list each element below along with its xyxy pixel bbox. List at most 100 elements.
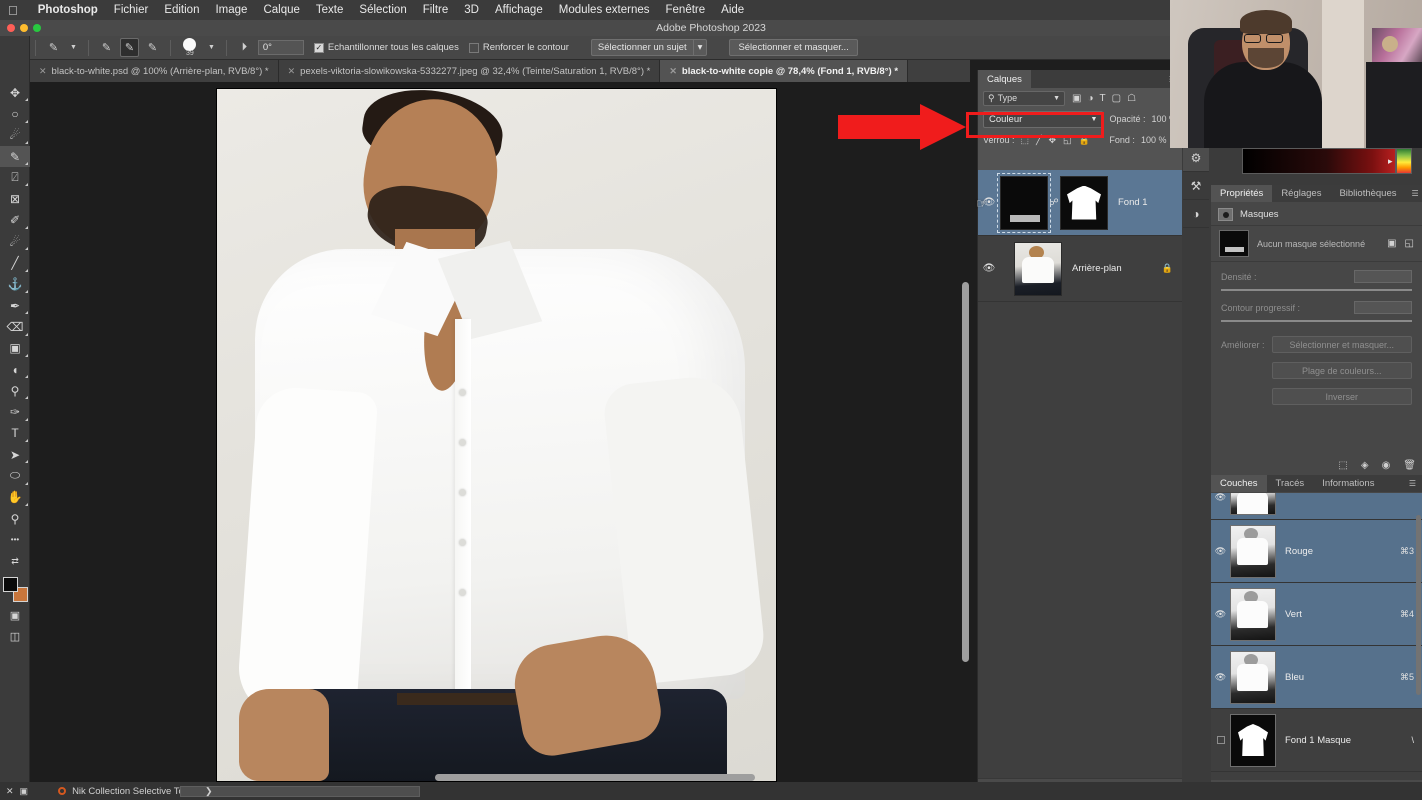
delete-mask-icon[interactable]: 🗑	[1403, 460, 1416, 471]
canvas-horizontal-scrollbar[interactable]	[435, 774, 755, 781]
channel-row-composite[interactable]: 👁	[1211, 493, 1422, 520]
enhance-edge-checkbox-group[interactable]: ✓ Renforcer le contour	[468, 42, 569, 53]
channel-row-rouge[interactable]: 👁 Rouge ⌘3	[1211, 520, 1422, 583]
type-tool[interactable]: T	[0, 423, 30, 444]
layer-thumbnail[interactable]	[997, 172, 1051, 233]
menu-photoshop[interactable]: Photoshop	[30, 4, 106, 16]
panel-menu-icon[interactable]: ☰	[1406, 185, 1422, 202]
select-and-mask-button[interactable]: Sélectionner et masquer...	[729, 39, 858, 56]
tab-reglages[interactable]: Réglages	[1272, 185, 1330, 202]
channel-row-bleu[interactable]: 👁 Bleu ⌘5	[1211, 646, 1422, 709]
layer-mask-thumbnail[interactable]	[1060, 175, 1108, 230]
progress-bar[interactable]: ❯	[180, 785, 420, 797]
fill-value[interactable]: 100 %	[1141, 135, 1167, 145]
channel-visibility-toggle[interactable]: 👁	[1211, 609, 1230, 620]
eraser-tool[interactable]: ⌫	[0, 316, 30, 337]
document-tab-3[interactable]: ✕ black-to-white copie @ 78,4% (Fond 1, …	[660, 60, 909, 82]
document-icon[interactable]: ▣	[20, 786, 29, 797]
close-icon[interactable]: ✕	[39, 66, 47, 77]
filter-type-icon[interactable]: T	[1100, 93, 1106, 104]
toggle-mask-visibility-icon[interactable]: ◉	[1382, 460, 1391, 471]
tab-couches[interactable]: Couches	[1211, 475, 1267, 492]
menu-fichier[interactable]: Fichier	[106, 4, 157, 16]
menu-3d[interactable]: 3D	[456, 4, 487, 16]
invert-mask-button[interactable]: Inverser	[1271, 388, 1412, 405]
canvas-area[interactable]	[30, 82, 970, 782]
color-spectrum-strip[interactable]	[1396, 148, 1412, 174]
apply-mask-icon[interactable]: ◈	[1361, 460, 1369, 471]
menu-fenetre[interactable]: Fenêtre	[658, 4, 714, 16]
swap-colors-button[interactable]: ⇄	[0, 551, 30, 572]
hand-tool[interactable]: ✋	[0, 487, 30, 508]
channel-row-vert[interactable]: 👁 Vert ⌘4	[1211, 583, 1422, 646]
close-icon[interactable]: ✕	[669, 66, 677, 77]
feather-slider[interactable]	[1221, 320, 1412, 322]
frame-tool[interactable]: ⊠	[0, 188, 30, 209]
clone-stamp-tool[interactable]: ⚓	[0, 274, 30, 295]
channel-visibility-toggle[interactable]: 👁	[1211, 672, 1230, 683]
document-tab-1[interactable]: ✕ black-to-white.psd @ 100% (Arrière-pla…	[30, 60, 279, 82]
menu-edition[interactable]: Edition	[156, 4, 207, 16]
select-and-mask-refine-button[interactable]: Sélectionner et masquer...	[1271, 336, 1412, 353]
apple-icon[interactable]: 	[8, 4, 18, 17]
history-panel-icon[interactable]: ⚒	[1183, 172, 1209, 200]
sample-all-layers-checkbox[interactable]: ✓	[313, 42, 324, 53]
dodge-tool[interactable]: ⚲	[0, 380, 30, 401]
close-doc-icon[interactable]: ✕	[6, 786, 14, 797]
enhance-edge-checkbox[interactable]: ✓	[468, 42, 479, 53]
filter-smart-object-icon[interactable]: ☖	[1127, 93, 1136, 104]
gradient-preview-strip[interactable]	[1242, 148, 1396, 174]
density-slider[interactable]	[1221, 289, 1412, 291]
channel-thumbnail[interactable]	[1230, 524, 1276, 578]
document-tab-2[interactable]: ✕ pexels-viktoria-slowikowska-5332277.jp…	[278, 60, 661, 82]
filter-pixel-icon[interactable]: ▣	[1072, 93, 1081, 104]
path-selection-tool[interactable]: ➤	[0, 444, 30, 465]
channel-visibility-toggle[interactable]: 👁	[1211, 493, 1230, 503]
channel-row-fond-1-masque[interactable]: Fond 1 Masque \	[1211, 709, 1422, 772]
tab-proprietes[interactable]: Propriétés	[1211, 185, 1273, 202]
brush-preset-icon[interactable]: ✎	[44, 38, 63, 57]
pixel-mask-icon[interactable]: ▣	[1387, 238, 1396, 249]
move-tool[interactable]: ✥	[0, 82, 30, 103]
channel-thumbnail[interactable]	[1230, 493, 1276, 515]
blur-tool[interactable]: ◖	[0, 359, 30, 380]
vector-mask-icon[interactable]: ◱	[1405, 238, 1414, 249]
layer-name[interactable]: Arrière-plan	[1062, 263, 1122, 274]
subtract-from-selection-brush-button[interactable]: ✎	[143, 38, 162, 57]
close-icon[interactable]: ✕	[288, 66, 296, 77]
crop-tool[interactable]: ⍁	[0, 167, 30, 188]
panel-menu-icon[interactable]: ☰	[1403, 475, 1422, 492]
selection-brush-tool[interactable]: ✎	[0, 145, 30, 168]
select-subject-dropdown-button[interactable]: ▾	[692, 39, 708, 56]
channel-visibility-toggle[interactable]	[1211, 736, 1230, 744]
angle-input[interactable]: 0°	[257, 40, 304, 55]
layer-visibility-toggle[interactable]: 👁	[978, 263, 1000, 274]
layer-thumbnail[interactable]	[1014, 241, 1062, 296]
sample-all-layers-checkbox-group[interactable]: ✓ Echantillonner tous les calques	[313, 42, 459, 53]
menu-selection[interactable]: Sélection	[351, 4, 414, 16]
tab-traces[interactable]: Tracés	[1267, 475, 1314, 492]
channel-thumbnail[interactable]	[1230, 713, 1276, 767]
spot-healing-brush-tool[interactable]: ☄	[0, 231, 30, 252]
menu-texte[interactable]: Texte	[308, 4, 352, 16]
gradient-tool[interactable]: ▣	[0, 338, 30, 359]
filter-shape-icon[interactable]: ▢	[1112, 93, 1121, 104]
chevron-down-icon[interactable]: ▼	[67, 44, 80, 51]
document-image[interactable]	[217, 89, 776, 781]
channel-thumbnail[interactable]	[1230, 650, 1276, 704]
select-subject-button[interactable]: Sélectionner un sujet	[590, 39, 693, 56]
tab-calques[interactable]: Calques	[978, 70, 1031, 88]
mask-thumbnail[interactable]	[1219, 230, 1249, 257]
tab-bibliotheques[interactable]: Bibliothèques	[1330, 185, 1405, 202]
menu-modules-externes[interactable]: Modules externes	[551, 4, 658, 16]
menu-image[interactable]: Image	[207, 4, 255, 16]
elliptical-marquee-tool[interactable]: ○	[0, 103, 30, 124]
edit-toolbar-tool[interactable]: •••	[0, 529, 30, 550]
channel-thumbnail[interactable]	[1230, 587, 1276, 641]
menu-calque[interactable]: Calque	[255, 4, 307, 16]
quick-mask-button[interactable]: ▣	[0, 605, 30, 626]
eyedropper-tool[interactable]: ✐	[0, 210, 30, 231]
color-range-button[interactable]: Plage de couleurs...	[1271, 362, 1412, 379]
history-brush-tool[interactable]: ✒	[0, 295, 30, 316]
color-panel-icon[interactable]: ◑	[1183, 200, 1209, 228]
